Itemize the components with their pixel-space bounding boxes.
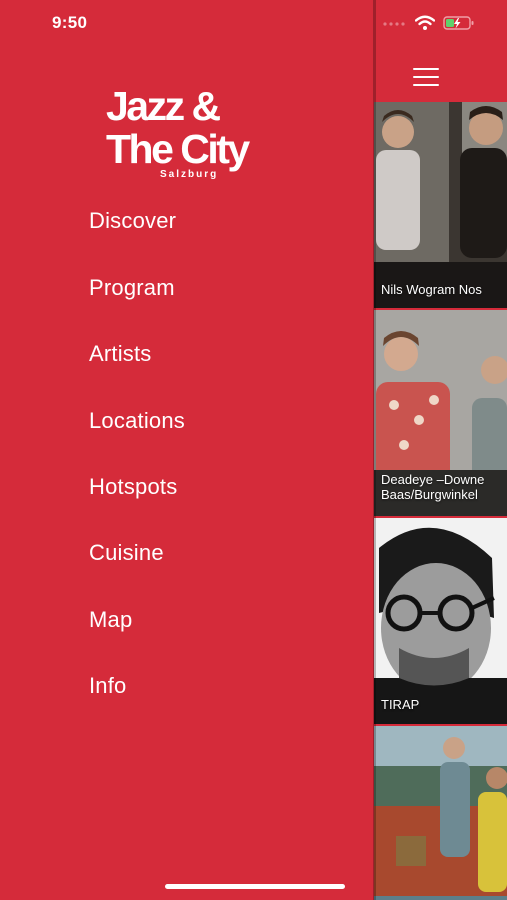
- menu-item-program[interactable]: Program: [89, 275, 175, 301]
- event-card[interactable]: Deadeye –Downe Baas/Burgwinkel: [374, 310, 507, 516]
- event-card[interactable]: Nils Wogram Nos: [374, 102, 507, 308]
- battery-charging-icon: [443, 16, 474, 30]
- menu-icon[interactable]: [413, 67, 439, 87]
- signal-icon: [383, 22, 405, 26]
- menu-item-hotspots[interactable]: Hotspots: [89, 474, 177, 500]
- event-card[interactable]: TIRAP: [374, 518, 507, 724]
- event-card[interactable]: [374, 726, 507, 900]
- menu-item-cuisine[interactable]: Cuisine: [89, 540, 164, 566]
- status-time: 9:50: [52, 13, 88, 32]
- event-title: Nils Wogram Nos: [381, 282, 482, 297]
- menu-item-locations[interactable]: Locations: [89, 408, 185, 434]
- event-photo: [374, 726, 507, 900]
- feed-background: Nils Wogram Nos Deadeye –Downe Baas/Burg…: [373, 0, 507, 900]
- menu-item-map[interactable]: Map: [89, 607, 132, 633]
- logo-line-3: Salzburg: [160, 169, 219, 180]
- navigation-drawer: 9:50 Jazz & The City Salzburg Discover P…: [0, 0, 373, 900]
- app-logo: Jazz & The City Salzburg: [106, 86, 276, 186]
- event-photo: [374, 102, 507, 308]
- event-title: Deadeye –Downe Baas/Burgwinkel: [381, 472, 485, 502]
- event-title: TIRAP: [381, 697, 420, 712]
- logo-line-1: Jazz &: [106, 83, 221, 129]
- logo-line-2: The City: [106, 126, 250, 172]
- home-indicator[interactable]: [165, 884, 345, 889]
- wifi-icon: [415, 15, 435, 30]
- status-bar-right: [373, 12, 507, 34]
- menu-item-info[interactable]: Info: [89, 673, 127, 699]
- event-photo: [374, 518, 507, 724]
- menu-item-artists[interactable]: Artists: [89, 341, 152, 367]
- menu-item-discover[interactable]: Discover: [89, 208, 176, 234]
- drawer-shadow: [373, 0, 376, 900]
